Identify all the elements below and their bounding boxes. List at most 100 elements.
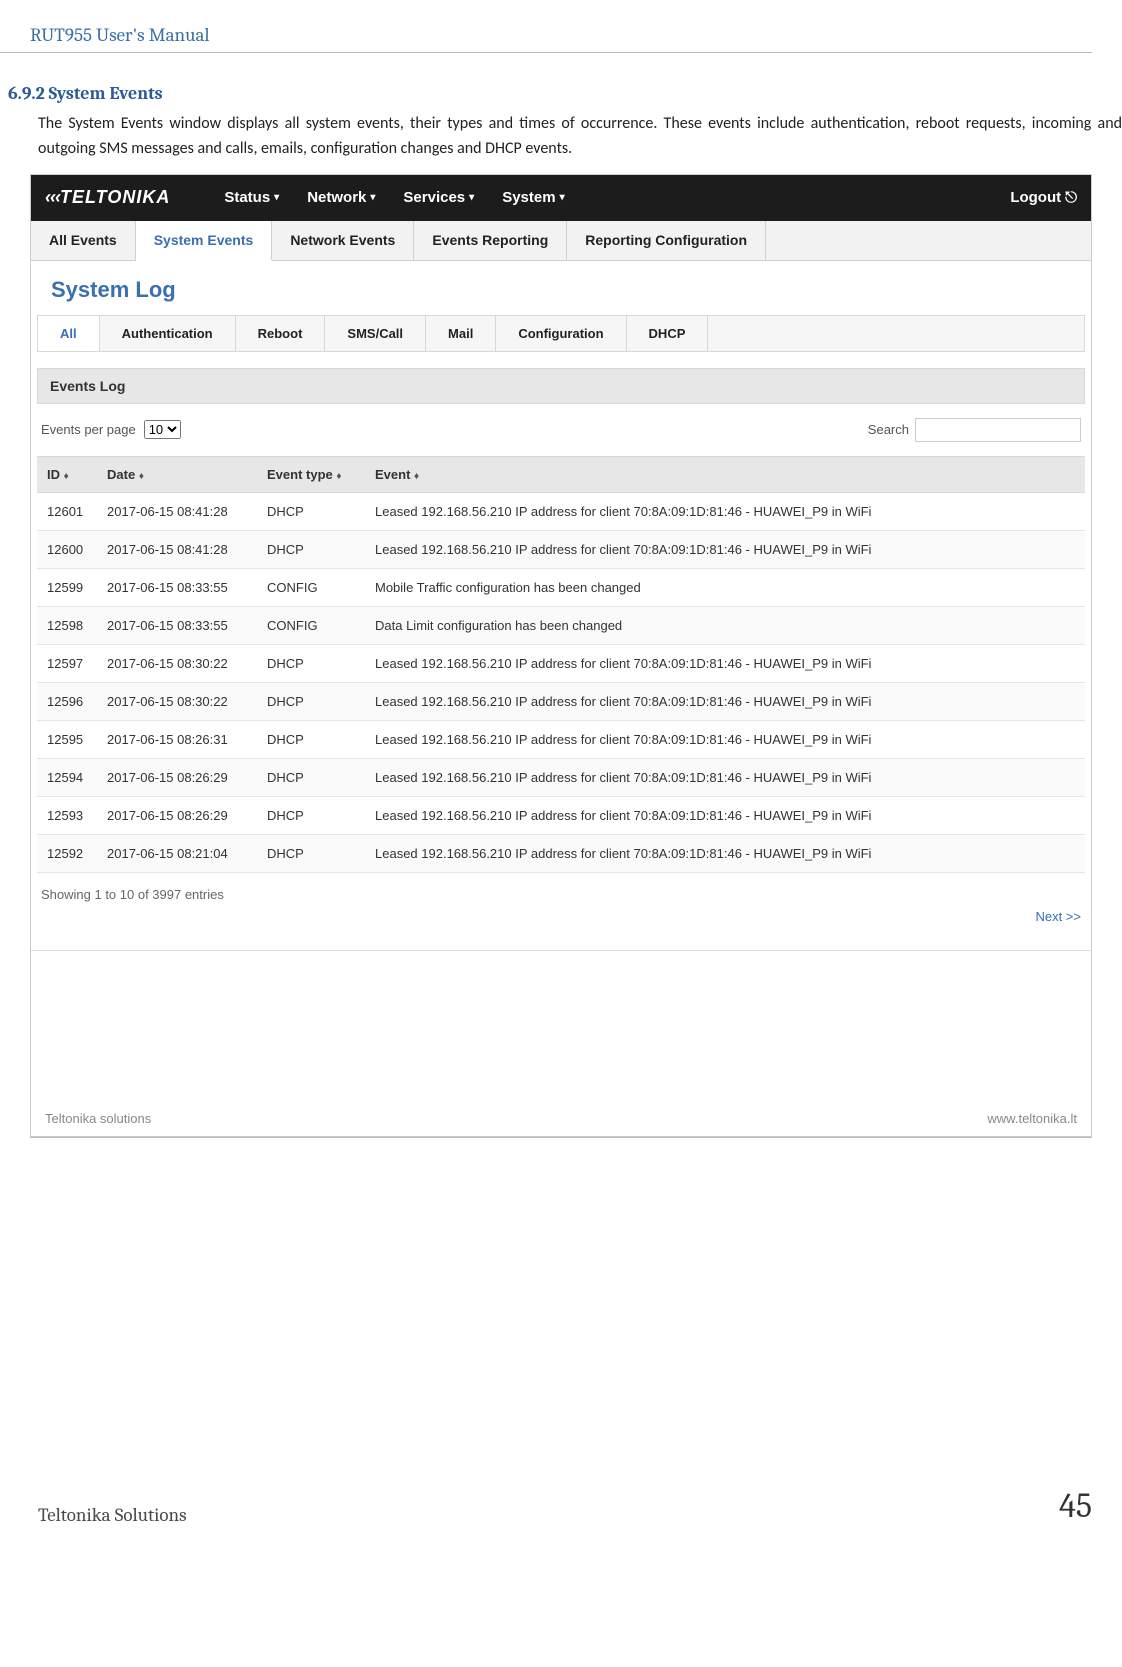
cell-type: DHCP	[267, 808, 375, 823]
cell-event: Leased 192.168.56.210 IP address for cli…	[375, 770, 1075, 785]
cell-id: 12592	[47, 846, 107, 861]
cell-id: 12598	[47, 618, 107, 633]
sort-icon: ♦	[139, 471, 144, 482]
col-id[interactable]: ID ♦	[47, 467, 107, 482]
entries-status: Showing 1 to 10 of 3997 entries	[41, 887, 224, 924]
cell-date: 2017-06-15 08:26:29	[107, 808, 267, 823]
cell-date: 2017-06-15 08:41:28	[107, 542, 267, 557]
section-title: System Events	[49, 83, 163, 104]
subtab-sms-call[interactable]: SMS/Call	[325, 316, 426, 351]
cell-event: Mobile Traffic configuration has been ch…	[375, 580, 1075, 595]
cell-date: 2017-06-15 08:33:55	[107, 618, 267, 633]
sort-icon: ♦	[64, 471, 69, 482]
body-paragraph: The System Events window displays all sy…	[0, 104, 1122, 174]
cell-event: Leased 192.168.56.210 IP address for cli…	[375, 694, 1075, 709]
subtab-authentication[interactable]: Authentication	[100, 316, 236, 351]
cell-id: 12595	[47, 732, 107, 747]
sort-icon: ♦	[414, 471, 419, 482]
tab-network-events[interactable]: Network Events	[272, 221, 414, 260]
table-row: 125962017-06-15 08:30:22DHCPLeased 192.1…	[37, 683, 1085, 721]
cell-event: Leased 192.168.56.210 IP address for cli…	[375, 656, 1075, 671]
per-page-label: Events per page	[41, 422, 136, 437]
col-date[interactable]: Date ♦	[107, 467, 267, 482]
cell-type: DHCP	[267, 846, 375, 861]
section-number: 6.9.2	[8, 83, 45, 104]
cell-type: DHCP	[267, 542, 375, 557]
cell-id: 12597	[47, 656, 107, 671]
page-title: System Log	[31, 261, 1091, 315]
cell-date: 2017-06-15 08:30:22	[107, 694, 267, 709]
cell-date: 2017-06-15 08:26:31	[107, 732, 267, 747]
table-row: 125982017-06-15 08:33:55CONFIGData Limit…	[37, 607, 1085, 645]
table-row: 125942017-06-15 08:26:29DHCPLeased 192.1…	[37, 759, 1085, 797]
cell-date: 2017-06-15 08:30:22	[107, 656, 267, 671]
topnav-item[interactable]: Services▾	[403, 189, 474, 206]
cell-event: Leased 192.168.56.210 IP address for cli…	[375, 808, 1075, 823]
cell-type: DHCP	[267, 694, 375, 709]
tab-all-events[interactable]: All Events	[31, 221, 136, 260]
sort-icon: ♦	[336, 471, 341, 482]
table-row: 125952017-06-15 08:26:31DHCPLeased 192.1…	[37, 721, 1085, 759]
cell-event: Leased 192.168.56.210 IP address for cli…	[375, 732, 1075, 747]
tab-reporting-configuration[interactable]: Reporting Configuration	[567, 221, 766, 260]
screenshot-container: ‹‹‹TELTONIKA Status▾ Network▾ Services▾ Sys…	[30, 174, 1092, 1137]
table-row: 126012017-06-15 08:41:28DHCPLeased 192.1…	[37, 493, 1085, 531]
cell-date: 2017-06-15 08:21:04	[107, 846, 267, 861]
cell-type: CONFIG	[267, 618, 375, 633]
cell-type: DHCP	[267, 656, 375, 671]
cell-id: 12593	[47, 808, 107, 823]
brand-logo: ‹‹‹TELTONIKA	[45, 187, 170, 208]
screenshot-footer-right: www.teltonika.lt	[987, 1111, 1077, 1126]
cell-date: 2017-06-15 08:41:28	[107, 504, 267, 519]
cell-type: CONFIG	[267, 580, 375, 595]
table-row: 125972017-06-15 08:30:22DHCPLeased 192.1…	[37, 645, 1085, 683]
cell-id: 12600	[47, 542, 107, 557]
table-row: 126002017-06-15 08:41:28DHCPLeased 192.1…	[37, 531, 1085, 569]
col-event[interactable]: Event ♦	[375, 467, 1075, 482]
table-row: 125992017-06-15 08:33:55CONFIGMobile Tra…	[37, 569, 1085, 607]
logout-link[interactable]: Logout⎋	[1010, 189, 1077, 206]
header-divider	[0, 52, 1092, 53]
events-log-header: Events Log	[37, 368, 1085, 404]
subtab-mail[interactable]: Mail	[426, 316, 496, 351]
cell-event: Leased 192.168.56.210 IP address for cli…	[375, 504, 1075, 519]
cell-id: 12596	[47, 694, 107, 709]
subtab-reboot[interactable]: Reboot	[236, 316, 326, 351]
cell-type: DHCP	[267, 732, 375, 747]
per-page-select[interactable]: 10	[144, 420, 181, 439]
document-header: RUT955 User's Manual	[0, 24, 1122, 46]
subtab-configuration[interactable]: Configuration	[496, 316, 626, 351]
cell-id: 12599	[47, 580, 107, 595]
search-input[interactable]	[915, 418, 1081, 442]
topnav-item[interactable]: System▾	[502, 189, 564, 206]
chevron-down-icon: ▾	[560, 192, 565, 203]
page-number: 45	[1059, 1486, 1092, 1526]
section-heading: 6.9.2 System Events	[0, 83, 1122, 104]
search-label: Search	[868, 422, 909, 437]
table-header: ID ♦ Date ♦ Event type ♦ Event ♦	[37, 456, 1085, 493]
document-footer-left: Teltonika Solutions	[38, 1504, 187, 1526]
subtab-dhcp[interactable]: DHCP	[627, 316, 709, 351]
chevron-down-icon: ▾	[274, 192, 279, 203]
tab-system-events[interactable]: System Events	[136, 221, 273, 261]
col-type[interactable]: Event type ♦	[267, 467, 375, 482]
cell-event: Leased 192.168.56.210 IP address for cli…	[375, 846, 1075, 861]
subtab-all[interactable]: All	[38, 316, 100, 351]
cell-event: Leased 192.168.56.210 IP address for cli…	[375, 542, 1075, 557]
cell-event: Data Limit configuration has been change…	[375, 618, 1075, 633]
topnav-item[interactable]: Network▾	[307, 189, 375, 206]
logout-icon: ⎋	[1065, 189, 1077, 206]
cell-date: 2017-06-15 08:33:55	[107, 580, 267, 595]
chevron-down-icon: ▾	[370, 192, 375, 203]
chevron-down-icon: ▾	[469, 192, 474, 203]
table-row: 125922017-06-15 08:21:04DHCPLeased 192.1…	[37, 835, 1085, 873]
cell-id: 12594	[47, 770, 107, 785]
tab-events-reporting[interactable]: Events Reporting	[414, 221, 567, 260]
topnav-item[interactable]: Status▾	[224, 189, 279, 206]
screenshot-footer-left: Teltonika solutions	[45, 1111, 151, 1126]
cell-id: 12601	[47, 504, 107, 519]
next-button[interactable]: Next >>	[1035, 887, 1081, 924]
cell-date: 2017-06-15 08:26:29	[107, 770, 267, 785]
cell-type: DHCP	[267, 770, 375, 785]
table-row: 125932017-06-15 08:26:29DHCPLeased 192.1…	[37, 797, 1085, 835]
